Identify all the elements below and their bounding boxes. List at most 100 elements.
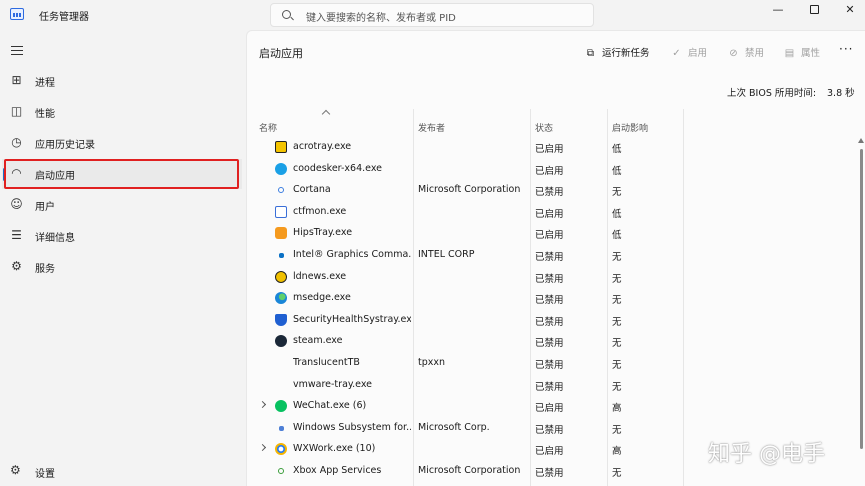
disable-button[interactable]: ⊘ 禁用 xyxy=(728,45,764,59)
cell-publisher: Microsoft Corp. xyxy=(418,421,490,433)
run-task-icon: ⧉ xyxy=(586,48,595,59)
cell-impact: 无 xyxy=(612,187,622,199)
cell-name: SecurityHealthSystray.exe xyxy=(293,313,411,325)
table-row[interactable]: vmware-tray.exe 已禁用 无 xyxy=(247,375,865,397)
cell-status: 已启用 xyxy=(535,208,564,220)
table-row[interactable]: WeChat.exe (6) 已启用 高 xyxy=(247,396,865,418)
intel-graphics-icon xyxy=(279,253,284,258)
cell-name: Xbox App Services xyxy=(293,465,382,476)
title-bar: 任务管理器 键入要搜索的名称、发布者或 PID — ✕ xyxy=(0,0,865,30)
checkmark-icon: ✓ xyxy=(672,48,681,59)
vertical-scrollbar[interactable] xyxy=(860,149,863,449)
cell-name: TranslucentTB xyxy=(293,357,360,368)
ctfmon-icon xyxy=(275,205,287,218)
sidebar: ⊞ 进程 ◫ 性能 ◷ 应用历史记录 ◠ 启动应用 ☺ 用户 ☰ 详细信息 ⚙ … xyxy=(0,30,246,486)
search-placeholder: 键入要搜索的名称、发布者或 PID xyxy=(306,13,456,24)
performance-icon: ◫ xyxy=(10,104,23,118)
cell-status: 已启用 xyxy=(535,230,564,242)
table-row[interactable]: SecurityHealthSystray.exe 已禁用 无 xyxy=(247,310,865,332)
cell-name: WXWork.exe (10) xyxy=(293,443,376,455)
cell-impact: 高 xyxy=(612,446,622,458)
column-header-impact[interactable]: 启动影响 xyxy=(612,121,648,134)
cell-impact: 无 xyxy=(612,381,622,393)
app-title: 任务管理器 xyxy=(39,12,89,23)
cell-status: 已禁用 xyxy=(535,316,564,328)
cell-impact: 低 xyxy=(612,208,622,220)
hamburger-menu-icon[interactable] xyxy=(11,46,23,55)
cell-publisher: INTEL CORP xyxy=(418,249,475,260)
cell-impact: 低 xyxy=(612,230,622,242)
cell-impact: 无 xyxy=(612,316,622,328)
table-row[interactable]: coodesker-x64.exe 已启用 低 xyxy=(247,159,865,181)
cell-publisher: Microsoft Corporation xyxy=(418,465,521,476)
table-row[interactable]: Cortana Microsoft Corporation 已禁用 无 xyxy=(247,180,865,202)
cell-name: steam.exe xyxy=(293,335,343,347)
cell-impact: 无 xyxy=(612,273,622,285)
wsl-icon xyxy=(279,425,284,431)
cell-name: Windows Subsystem for... xyxy=(293,421,411,433)
chevron-right-icon[interactable] xyxy=(258,444,267,452)
cell-status: 已禁用 xyxy=(535,424,564,436)
run-new-task-label: 运行新任务 xyxy=(602,48,650,59)
security-health-icon xyxy=(275,313,287,326)
sidebar-item-services[interactable]: ⚙ 服务 xyxy=(2,252,242,282)
bios-time-value: 3.8 秒 xyxy=(827,88,855,99)
close-button[interactable]: ✕ xyxy=(832,0,865,22)
acrotray-icon xyxy=(275,141,287,153)
sidebar-item-users[interactable]: ☺ 用户 xyxy=(2,190,242,220)
cell-status: 已禁用 xyxy=(535,360,564,371)
table-row[interactable]: acrotray.exe 已启用 低 xyxy=(247,137,865,159)
sidebar-item-details[interactable]: ☰ 详细信息 xyxy=(2,221,242,251)
chevron-right-icon[interactable] xyxy=(258,401,267,409)
cell-status: 已禁用 xyxy=(535,187,564,199)
cell-name: ctfmon.exe xyxy=(293,205,347,217)
column-header-status[interactable]: 状态 xyxy=(535,121,553,134)
cell-name: msedge.exe xyxy=(293,292,351,304)
column-header-publisher[interactable]: 发布者 xyxy=(418,121,445,134)
gear-icon: ⚙ xyxy=(10,463,21,477)
table-row[interactable]: msedge.exe 已禁用 无 xyxy=(247,288,865,310)
table-row[interactable]: Intel® Graphics Comma... INTEL CORP 已禁用 无 xyxy=(247,245,865,267)
column-header-name[interactable]: 名称 xyxy=(259,121,277,134)
sidebar-item-settings[interactable]: ⚙ 设置 xyxy=(2,458,242,484)
sidebar-item-performance[interactable]: ◫ 性能 xyxy=(2,97,242,127)
cell-name: HipsTray.exe xyxy=(293,227,353,239)
highlight-annotation-box xyxy=(4,159,239,189)
search-input[interactable]: 键入要搜索的名称、发布者或 PID xyxy=(270,3,594,27)
cell-impact: 低 xyxy=(612,144,622,155)
maximize-icon xyxy=(809,5,819,14)
cell-name: ldnews.exe xyxy=(293,270,347,282)
sidebar-item-label: 服务 xyxy=(35,264,55,275)
properties-label: 属性 xyxy=(801,48,821,59)
maximize-button[interactable] xyxy=(796,0,832,22)
table-row[interactable]: ldnews.exe 已禁用 无 xyxy=(247,267,865,289)
run-new-task-button[interactable]: ⧉ 运行新任务 xyxy=(585,45,650,59)
table-row[interactable]: ctfmon.exe 已启用 低 xyxy=(247,202,865,224)
more-options-button[interactable]: ··· xyxy=(839,42,853,56)
steam-icon xyxy=(275,335,287,348)
cell-name: WeChat.exe (6) xyxy=(293,400,367,412)
table-row[interactable]: HipsTray.exe 已启用 低 xyxy=(247,223,865,245)
table-row[interactable]: TranslucentTB tpxxn 已禁用 无 xyxy=(247,353,865,375)
cell-status: 已启用 xyxy=(535,403,564,415)
cell-status: 已启用 xyxy=(535,144,564,155)
cell-status: 已启用 xyxy=(535,446,564,458)
watermark: 知乎 @电手 xyxy=(708,442,825,467)
cell-impact: 低 xyxy=(612,165,622,177)
cell-impact: 无 xyxy=(612,360,622,371)
sidebar-item-processes[interactable]: ⊞ 进程 xyxy=(2,66,242,96)
properties-button[interactable]: ▤ 属性 xyxy=(784,45,820,59)
edge-icon xyxy=(275,292,287,305)
wxwork-icon xyxy=(275,443,287,456)
sidebar-item-app-history[interactable]: ◷ 应用历史记录 xyxy=(2,128,242,158)
hipstray-icon xyxy=(275,227,287,240)
cell-status: 已禁用 xyxy=(535,381,564,393)
minimize-button[interactable]: — xyxy=(760,0,796,22)
table-row[interactable]: steam.exe 已禁用 无 xyxy=(247,331,865,353)
task-manager-icon xyxy=(10,8,24,20)
sidebar-item-label: 性能 xyxy=(35,109,55,120)
scroll-up-arrow[interactable] xyxy=(858,138,864,143)
cell-status: 已禁用 xyxy=(535,273,564,285)
enable-button[interactable]: ✓ 启用 xyxy=(671,45,707,59)
table-header: 名称 发布者 状态 启动影响 xyxy=(247,119,865,137)
